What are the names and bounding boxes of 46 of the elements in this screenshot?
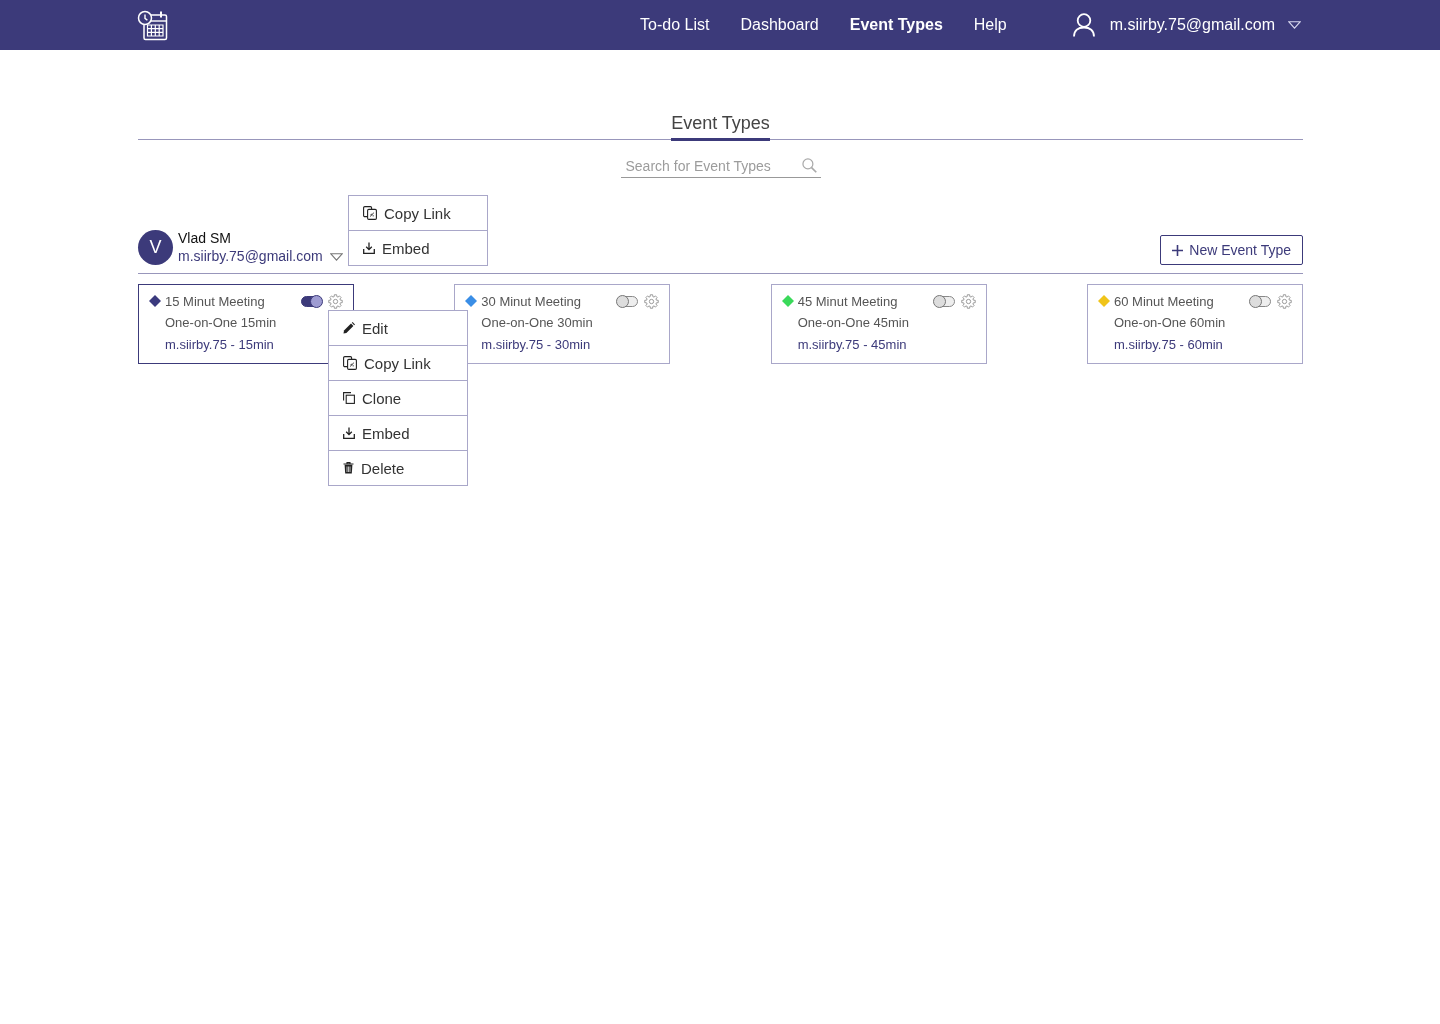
- toggle-switch[interactable]: [617, 295, 639, 307]
- card-title: 45 Minut Meeting: [797, 293, 898, 309]
- profile-email[interactable]: m.siirby.75@gmail.com: [178, 247, 323, 265]
- card-subtitle: One-on-One 45min: [797, 315, 910, 331]
- card-title: 60 Minut Meeting: [1114, 293, 1214, 309]
- booking-link[interactable]: m.siirby.75 - 60min: [1114, 337, 1292, 353]
- user-icon[interactable]: [1072, 13, 1095, 37]
- plus-icon: [1172, 244, 1184, 256]
- card-subtitle: One-on-One 60min: [1114, 315, 1227, 331]
- search-field[interactable]: Search for Event Types: [620, 154, 821, 178]
- pencil-icon: [343, 322, 355, 334]
- copy-link-icon: [343, 356, 357, 370]
- new-event-type-button[interactable]: New Event Type: [1160, 235, 1303, 265]
- booking-link[interactable]: m.siirby.75 - 45min: [797, 337, 976, 353]
- event-type-card[interactable]: 15 Minut Meeting One-on-One 15min m.siirby.75 - 15min: [138, 284, 354, 364]
- nav-link[interactable]: Event Types: [849, 16, 943, 34]
- profile-name: Vlad SM: [178, 229, 232, 247]
- booking-link[interactable]: m.siirby.75 - 30min: [481, 337, 660, 353]
- caret-down-icon[interactable]: [329, 252, 343, 261]
- nav-link[interactable]: Help: [973, 16, 1007, 34]
- download-tray-icon: [343, 427, 355, 439]
- nav-link[interactable]: To-do List: [640, 16, 710, 34]
- card-subtitle: One-on-One 15min: [165, 315, 278, 331]
- calendar-clock-logo-icon: [137, 9, 168, 41]
- settings-icon[interactable]: [644, 293, 660, 309]
- toggle-switch[interactable]: [1250, 295, 1271, 307]
- user-email[interactable]: m.siirby.75@gmail.com: [1109, 16, 1275, 34]
- event-type-card[interactable]: 60 Minut Meeting One-on-One 60min m.siirby.75 - 60min: [1087, 284, 1303, 364]
- card-title: 15 Minut Meeting: [165, 293, 265, 309]
- card-title: 30 Minut Meeting: [481, 293, 582, 309]
- trash-icon: [343, 462, 354, 474]
- nav-link[interactable]: Dashboard: [740, 16, 819, 34]
- settings-icon[interactable]: [960, 293, 976, 309]
- toggle-switch[interactable]: [933, 295, 955, 307]
- avatar: V: [138, 229, 173, 265]
- clone-icon: [343, 392, 355, 404]
- event-type-card[interactable]: 30 Minut Meeting One-on-One 30min m.siirby.75 - 30min: [454, 284, 671, 364]
- page-tab[interactable]: Event Types: [671, 112, 770, 141]
- settings-icon[interactable]: [328, 293, 343, 309]
- search-icon[interactable]: [801, 158, 817, 173]
- settings-icon[interactable]: [1277, 293, 1292, 309]
- download-tray-icon: [363, 242, 375, 254]
- copy-link-icon: [363, 206, 377, 220]
- toggle-switch[interactable]: [301, 295, 322, 307]
- event-type-card[interactable]: 45 Minut Meeting One-on-One 45min m.siirby.75 - 45min: [770, 284, 987, 364]
- card-subtitle: One-on-One 30min: [481, 315, 594, 331]
